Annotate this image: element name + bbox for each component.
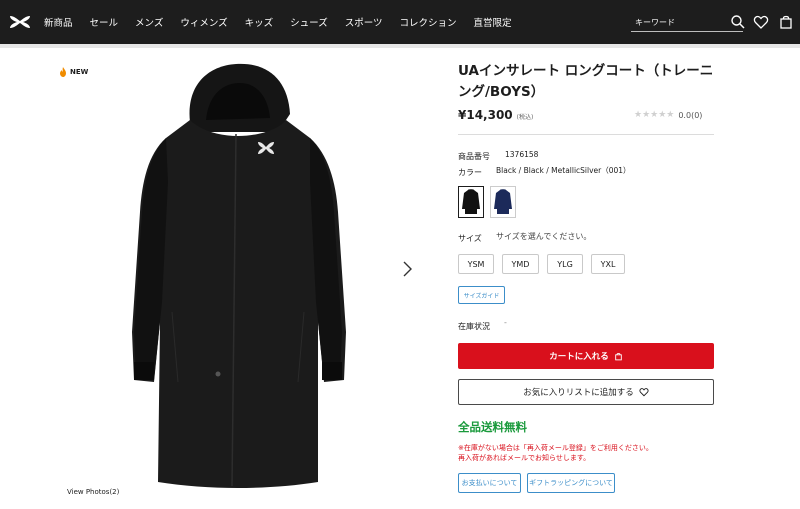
price-value: ¥14,300 (458, 108, 513, 122)
product-title: UAインサレート ロングコート（トレーニング/BOYS） (458, 63, 714, 100)
nav-item-sale[interactable]: セール (90, 15, 119, 29)
nav-item-mens[interactable]: メンズ (135, 15, 163, 29)
restock-notice-line2: 再入荷があればメールでお知らせします。 (458, 454, 591, 462)
cart-bag-icon (614, 352, 622, 360)
size-guide-button[interactable]: サイズガイド (458, 286, 505, 304)
color-swatch-navy[interactable] (490, 186, 516, 218)
review-count: (0) (691, 110, 703, 120)
stock-label: 在庫状況 (458, 322, 490, 331)
search-box (631, 12, 743, 32)
main-nav: 新商品 セール メンズ ウィメンズ キッズ シューズ スポーツ コレクション 直… (44, 0, 529, 44)
rating-value: 0.0 (678, 110, 692, 120)
swatch-black-coat (462, 189, 480, 214)
tax-note: (税込) (516, 114, 534, 121)
gift-wrapping-button[interactable]: ギフトラッピングについて (527, 473, 615, 493)
divider (458, 134, 714, 135)
new-badge: NEW (59, 67, 88, 77)
item-number-value: 1376158 (505, 150, 539, 159)
nav-item-sports[interactable]: スポーツ (345, 15, 383, 29)
swatch-navy-coat (494, 189, 512, 214)
nav-item-kids[interactable]: キッズ (245, 15, 274, 29)
site-header: 新商品 セール メンズ ウィメンズ キッズ シューズ スポーツ コレクション 直… (0, 0, 800, 44)
size-label: サイズ (458, 234, 482, 243)
nav-item-exclusive[interactable]: 直営限定 (474, 15, 512, 29)
heart-icon[interactable] (753, 14, 769, 30)
view-photos-link[interactable]: View Photos(2) (67, 488, 119, 496)
add-to-cart-button[interactable]: カートに入れる (458, 343, 714, 369)
size-button-ysm[interactable]: YSM (458, 254, 494, 274)
restock-notice-line1: ※在庫がない場合は「再入荷メール登録」をご利用ください。 (458, 444, 653, 452)
next-image-arrow[interactable] (400, 259, 414, 279)
add-to-favorites-label: お気に入りリストに追加する (523, 388, 634, 398)
new-badge-label: NEW (70, 68, 89, 76)
nav-item-shoes[interactable]: シューズ (290, 15, 328, 29)
size-button-ymd[interactable]: YMD (502, 254, 539, 274)
nav-item-collection[interactable]: コレクション (400, 15, 457, 29)
color-swatch-black[interactable] (458, 186, 484, 218)
price: ¥14,300 (税込) (458, 108, 533, 122)
color-label: カラー (458, 168, 482, 177)
header-divider (0, 44, 800, 48)
stock-value: - (504, 318, 507, 327)
size-button-ylg[interactable]: YLG (547, 254, 583, 274)
item-number-label: 商品番号 (458, 152, 490, 161)
size-hint: サイズを選んでください。 (496, 232, 592, 241)
free-shipping-text: 全品送料無料 (458, 420, 527, 434)
nav-item-new[interactable]: 新商品 (44, 15, 73, 29)
add-to-favorites-button[interactable]: お気に入りリストに追加する (458, 379, 714, 405)
color-value: Black / Black / MetallicSilver（001） (496, 166, 631, 175)
payment-info-button[interactable]: お支払いについて (458, 473, 521, 493)
rating[interactable]: ★★★★★ 0.0 (0) (634, 110, 702, 120)
flame-icon (60, 67, 66, 77)
add-to-cart-label: カートに入れる (549, 352, 609, 362)
search-icon[interactable] (730, 14, 746, 30)
product-image[interactable] (128, 62, 348, 492)
under-armour-logo[interactable] (8, 14, 32, 30)
search-input[interactable] (635, 15, 723, 29)
nav-item-womens[interactable]: ウィメンズ (180, 15, 227, 29)
size-button-yxl[interactable]: YXL (591, 254, 625, 274)
shopping-bag-icon[interactable] (778, 14, 794, 30)
heart-outline-icon (639, 388, 649, 397)
rating-stars-icon: ★★★★★ (634, 110, 675, 120)
